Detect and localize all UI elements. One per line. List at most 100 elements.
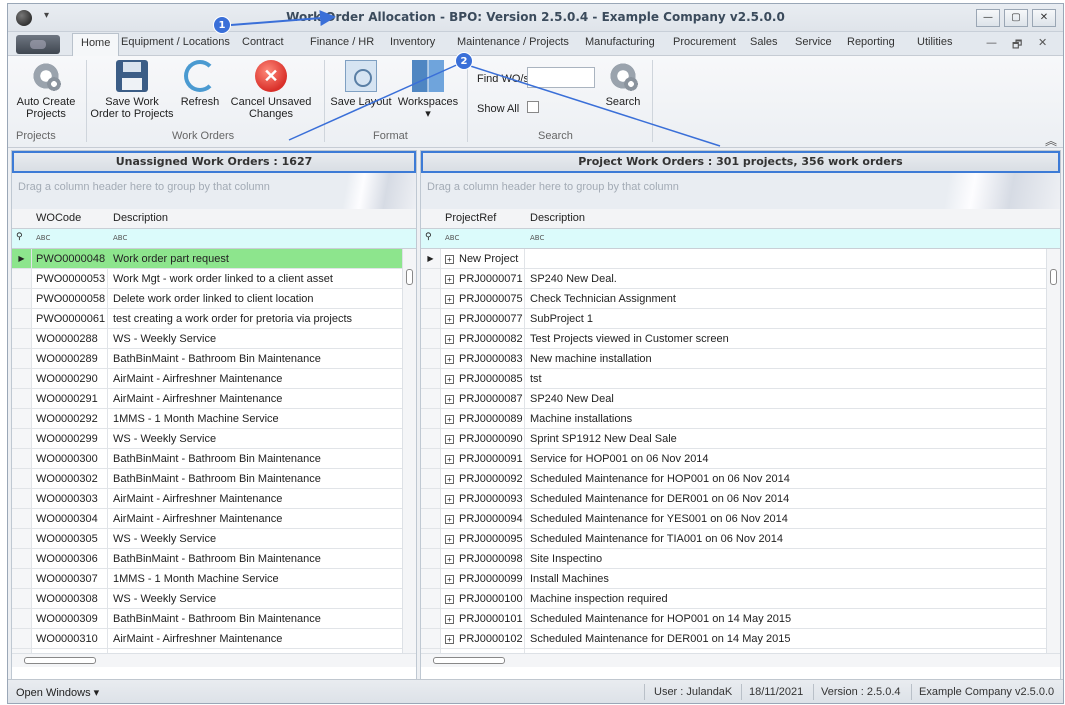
row-indicator[interactable]: [12, 289, 32, 308]
row-indicator[interactable]: [12, 469, 32, 488]
mdi-close-button[interactable]: ✕: [1038, 36, 1047, 49]
row-indicator[interactable]: [421, 389, 441, 408]
table-row[interactable]: WO0000291 AirMaint - Airfreshner Maintena…: [12, 389, 416, 409]
mdi-restore-button[interactable]: 🗗: [1012, 36, 1022, 55]
row-indicator[interactable]: [421, 349, 441, 368]
cancel-unsaved-changes-button[interactable]: ✕ Cancel Unsaved Changes: [230, 60, 312, 120]
expand-icon[interactable]: +: [445, 515, 454, 524]
row-indicator[interactable]: [12, 409, 32, 428]
expand-icon[interactable]: +: [445, 255, 454, 264]
row-indicator[interactable]: [421, 569, 441, 588]
tab-sales[interactable]: Sales: [750, 36, 778, 48]
row-indicator[interactable]: [421, 549, 441, 568]
table-row[interactable]: WO0000300 BathBinMaint - Bathroom Bin Mai…: [12, 449, 416, 469]
row-indicator[interactable]: [12, 529, 32, 548]
show-all-checkbox[interactable]: [527, 101, 539, 113]
expand-icon[interactable]: +: [445, 335, 454, 344]
expand-icon[interactable]: +: [445, 635, 454, 644]
refresh-button[interactable]: Refresh: [174, 60, 226, 108]
table-row[interactable]: + PRJ0000095 Scheduled Maintenance for TIA…: [421, 529, 1060, 549]
table-row[interactable]: WO0000292 1MMS - 1 Month Machine Service: [12, 409, 416, 429]
table-row[interactable]: + PRJ0000071 SP240 New Deal.: [421, 269, 1060, 289]
expand-icon[interactable]: +: [445, 535, 454, 544]
group-by-area[interactable]: Drag a column header here to group by th…: [12, 173, 416, 209]
group-by-area[interactable]: Drag a column header here to group by th…: [421, 173, 1060, 209]
file-menu-button[interactable]: [16, 35, 60, 54]
tab-manufacturing[interactable]: Manufacturing: [585, 36, 655, 48]
table-row[interactable]: + PRJ0000100 Machine inspection required: [421, 589, 1060, 609]
table-row[interactable]: WO0000289 BathBinMaint - Bathroom Bin Mai…: [12, 349, 416, 369]
row-indicator[interactable]: ▶: [12, 249, 32, 268]
row-indicator[interactable]: [12, 369, 32, 388]
row-indicator[interactable]: ▶: [421, 249, 441, 268]
minimize-button[interactable]: —: [976, 9, 1000, 27]
row-indicator[interactable]: [421, 489, 441, 508]
table-row[interactable]: + PRJ0000101 Scheduled Maintenance for HOP…: [421, 609, 1060, 629]
filter-abc-icon[interactable]: ABC: [445, 234, 459, 242]
expand-icon[interactable]: +: [445, 395, 454, 404]
table-row[interactable]: WO0000299 WS - Weekly Service: [12, 429, 416, 449]
table-row[interactable]: WO0000290 AirMaint - Airfreshner Maintena…: [12, 369, 416, 389]
table-row[interactable]: + PRJ0000090 Sprint SP1912 New Deal Sale: [421, 429, 1060, 449]
column-header-description[interactable]: Description: [113, 212, 168, 224]
column-header-wocode[interactable]: WOCode: [36, 212, 81, 224]
table-row[interactable]: WO0000309 BathBinMaint - Bathroom Bin Mai…: [12, 609, 416, 629]
scroll-thumb[interactable]: [433, 657, 505, 664]
filter-abc-icon[interactable]: ABC: [113, 234, 127, 242]
table-row[interactable]: + PRJ0000093 Scheduled Maintenance for DER…: [421, 489, 1060, 509]
row-indicator[interactable]: [421, 609, 441, 628]
row-indicator[interactable]: [421, 409, 441, 428]
table-row[interactable]: + PRJ0000077 SubProject 1: [421, 309, 1060, 329]
table-row[interactable]: WO0000304 AirMaint - Airfreshner Maintena…: [12, 509, 416, 529]
expand-icon[interactable]: +: [445, 355, 454, 364]
table-row[interactable]: + PRJ0000089 Machine installations: [421, 409, 1060, 429]
scroll-thumb[interactable]: [406, 269, 413, 285]
table-row[interactable]: + PRJ0000082 Test Projects viewed in Custo…: [421, 329, 1060, 349]
auto-filter-row[interactable]: ⚲ ABC ABC: [12, 229, 416, 249]
expand-icon[interactable]: +: [445, 615, 454, 624]
search-button[interactable]: Search: [598, 60, 648, 108]
vertical-scrollbar[interactable]: [402, 249, 416, 667]
scroll-thumb[interactable]: [24, 657, 96, 664]
row-indicator[interactable]: [421, 629, 441, 648]
row-indicator[interactable]: [421, 449, 441, 468]
maximize-button[interactable]: ▢: [1004, 9, 1028, 27]
expand-icon[interactable]: +: [445, 555, 454, 564]
row-indicator[interactable]: [421, 469, 441, 488]
save-layout-button[interactable]: Save Layout: [328, 60, 394, 108]
expand-icon[interactable]: +: [445, 415, 454, 424]
tab-reporting[interactable]: Reporting: [847, 36, 895, 48]
auto-create-projects-button[interactable]: Auto Create Projects: [14, 60, 78, 120]
row-indicator[interactable]: [421, 429, 441, 448]
row-indicator[interactable]: [12, 449, 32, 468]
find-wo-input[interactable]: [527, 67, 595, 88]
table-row[interactable]: WO0000303 AirMaint - Airfreshner Maintena…: [12, 489, 416, 509]
expand-icon[interactable]: +: [445, 435, 454, 444]
table-row[interactable]: WO0000305 WS - Weekly Service: [12, 529, 416, 549]
row-indicator[interactable]: [12, 269, 32, 288]
row-indicator[interactable]: [12, 629, 32, 648]
table-row[interactable]: PWO0000058 Delete work order linked to cl…: [12, 289, 416, 309]
row-indicator[interactable]: [421, 529, 441, 548]
table-row[interactable]: WO0000307 1MMS - 1 Month Machine Service: [12, 569, 416, 589]
row-indicator[interactable]: [12, 509, 32, 528]
filter-abc-icon[interactable]: ABC: [530, 234, 544, 242]
table-row[interactable]: WO0000308 WS - Weekly Service: [12, 589, 416, 609]
expand-icon[interactable]: +: [445, 575, 454, 584]
row-indicator[interactable]: [421, 369, 441, 388]
collapse-ribbon-icon[interactable]: ︽: [1045, 132, 1057, 149]
table-row[interactable]: + PRJ0000102 Scheduled Maintenance for DER…: [421, 629, 1060, 649]
expand-icon[interactable]: +: [445, 495, 454, 504]
table-row[interactable]: PWO0000061 test creating a work order for…: [12, 309, 416, 329]
row-indicator[interactable]: [12, 349, 32, 368]
row-indicator[interactable]: [12, 609, 32, 628]
scroll-thumb[interactable]: [1050, 269, 1057, 285]
row-indicator[interactable]: [421, 269, 441, 288]
row-indicator[interactable]: [421, 309, 441, 328]
tab-home[interactable]: Home: [72, 33, 120, 56]
horizontal-scrollbar[interactable]: [12, 653, 416, 667]
filter-abc-icon[interactable]: ABC: [36, 234, 50, 242]
tab-service[interactable]: Service: [795, 36, 832, 48]
row-indicator[interactable]: [12, 489, 32, 508]
row-indicator[interactable]: [421, 509, 441, 528]
